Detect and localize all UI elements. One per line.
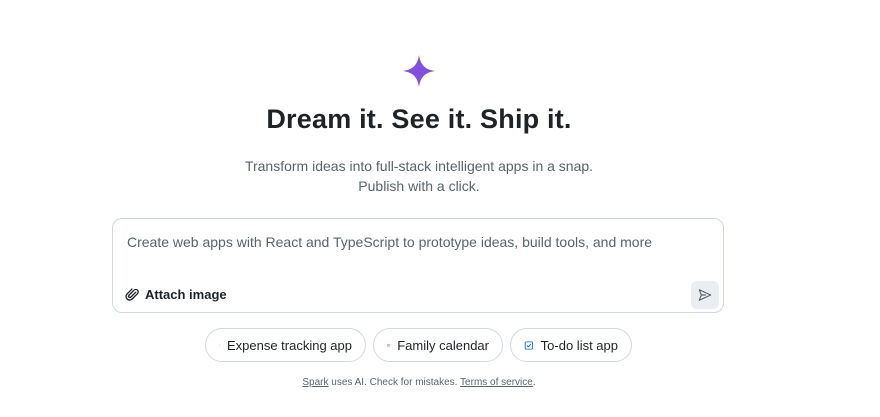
prompt-input-box[interactable]: Create web apps with React and TypeScrip… — [112, 218, 724, 313]
suggestion-family-calendar[interactable]: Family calendar — [373, 328, 503, 362]
suggestion-expense-tracking[interactable]: Expense tracking app — [205, 328, 366, 362]
suggestion-label: Family calendar — [397, 337, 489, 353]
disclaimer-text: uses AI. Check for mistakes. — [328, 377, 461, 388]
prompt-input[interactable]: Create web apps with React and TypeScrip… — [127, 234, 652, 250]
suggestion-todo-list[interactable]: To-do list app — [510, 328, 632, 362]
subtitle-line-2: Publish with a click. — [358, 178, 480, 194]
disclaimer-end: . — [532, 377, 536, 388]
spark-link[interactable]: Spark — [302, 377, 328, 388]
ai-disclaimer: Spark uses AI. Check for mistakes. Terms… — [0, 377, 838, 388]
page-title: Dream it. See it. Ship it. — [266, 104, 572, 134]
attach-image-label: Attach image — [145, 287, 227, 302]
terms-of-service-link[interactable]: Terms of service — [460, 377, 533, 388]
calendar-icon — [387, 343, 390, 347]
suggestion-label: Expense tracking app — [226, 337, 352, 353]
credit-card-icon — [219, 344, 220, 346]
sparkle-logo-icon — [403, 55, 435, 87]
checkbox-icon — [524, 340, 533, 350]
paperclip-icon — [125, 288, 139, 301]
spark-landing-page: Dream it. See it. Ship it. Transform ide… — [0, 0, 880, 417]
attach-image-button[interactable]: Attach image — [125, 287, 227, 302]
send-button[interactable] — [691, 281, 719, 309]
send-icon — [698, 289, 712, 301]
subtitle-line-1: Transform ideas into full-stack intellig… — [244, 158, 594, 174]
suggestion-label: To-do list app — [540, 337, 618, 353]
